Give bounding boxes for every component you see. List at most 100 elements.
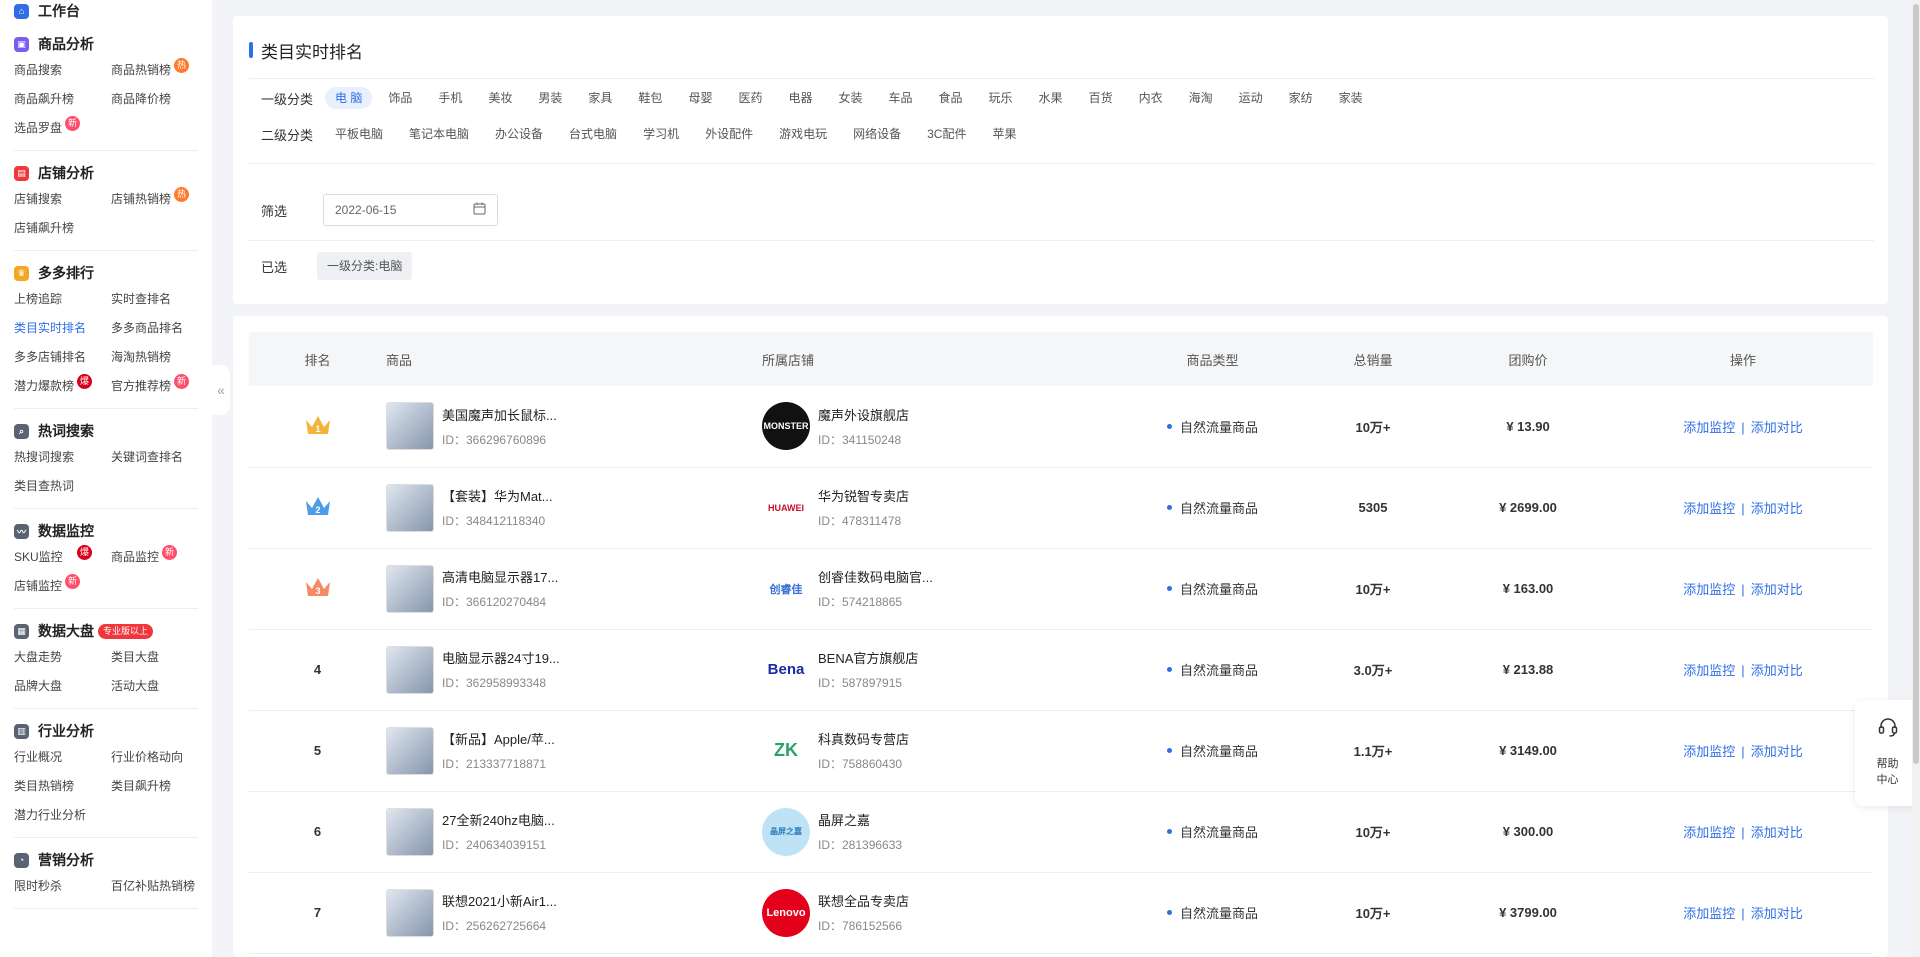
category-option[interactable]: 饰品 (378, 87, 422, 109)
product-info[interactable]: 【套装】华为Mat... ID：348412118340 (386, 483, 762, 532)
help-center[interactable]: 帮助 中心 (1855, 700, 1920, 806)
product-thumbnail[interactable] (386, 645, 434, 694)
sidebar-item[interactable]: 店铺热销榜热 (111, 185, 208, 214)
shop-name[interactable]: 华为锐智专卖店 (818, 486, 909, 505)
sidebar-item[interactable]: 选品罗盘新 (14, 114, 111, 143)
category-option[interactable]: 百货 (1079, 87, 1123, 109)
category-option[interactable]: 车品 (879, 87, 923, 109)
category-option[interactable]: 水果 (1029, 87, 1073, 109)
product-name[interactable]: 美国魔声加长鼠标... (442, 405, 557, 424)
sidebar-item[interactable]: 热搜词搜索 (14, 443, 111, 472)
sidebar-item[interactable]: 店铺飙升榜 (14, 214, 111, 243)
shop-info[interactable]: 创睿佳 创睿佳数码电脑官... ID：574218865 (762, 564, 1122, 613)
sidebar-item[interactable]: 行业价格动向 (111, 743, 208, 772)
sidebar-item[interactable]: 潜力爆款榜爆 (14, 372, 111, 401)
shop-name[interactable]: 魔声外设旗舰店 (818, 405, 909, 424)
sidebar-item[interactable]: 店铺搜索 (14, 185, 111, 214)
category-option[interactable]: 家具 (578, 87, 622, 109)
category-option[interactable]: 家纺 (1279, 87, 1323, 109)
category-option[interactable]: 运动 (1229, 87, 1273, 109)
shop-name[interactable]: 创睿佳数码电脑官... (818, 567, 933, 586)
sidebar-item[interactable]: 官方推荐榜新 (111, 372, 208, 401)
add-compare-link[interactable]: 添加对比 (1751, 420, 1803, 435)
shop-name[interactable]: 晶屏之嘉 (818, 810, 902, 829)
add-compare-link[interactable]: 添加对比 (1751, 663, 1803, 678)
sidebar-item[interactable]: 大盘走势 (14, 643, 111, 672)
category-option[interactable]: 电 脑 (325, 87, 373, 109)
sidebar-item[interactable]: 类目飙升榜 (111, 772, 208, 801)
product-name[interactable]: 联想2021小新Air1... (442, 891, 557, 910)
add-monitor-link[interactable]: 添加监控 (1683, 906, 1735, 921)
add-monitor-link[interactable]: 添加监控 (1683, 420, 1735, 435)
subcategory-option[interactable]: 网络设备 (843, 123, 911, 145)
subcategory-option[interactable]: 台式电脑 (559, 123, 627, 145)
sidebar-item[interactable]: 类目实时排名 (14, 314, 111, 343)
add-compare-link[interactable]: 添加对比 (1751, 501, 1803, 516)
sidebar-item[interactable]: 多多商品排名 (111, 314, 208, 343)
shop-name[interactable]: 科真数码专营店 (818, 729, 909, 748)
category-option[interactable]: 男装 (528, 87, 572, 109)
product-thumbnail[interactable] (386, 888, 434, 937)
category-option[interactable]: 食品 (929, 87, 973, 109)
sidebar-item[interactable]: 活动大盘 (111, 672, 208, 701)
sidebar-item[interactable]: 类目查热词 (14, 472, 111, 501)
product-thumbnail[interactable] (386, 402, 434, 451)
add-monitor-link[interactable]: 添加监控 (1683, 582, 1735, 597)
subcategory-option[interactable]: 游戏电玩 (769, 123, 837, 145)
product-info[interactable]: 联想2021小新Air1... ID：256262725664 (386, 888, 762, 937)
category-option[interactable]: 鞋包 (628, 87, 672, 109)
sidebar-item[interactable]: 商品飙升榜 (14, 85, 111, 114)
category-option[interactable]: 母婴 (678, 87, 722, 109)
sidebar-item[interactable]: 店铺监控新 (14, 572, 111, 601)
sidebar-item[interactable]: SKU监控爆 (14, 543, 111, 572)
category-option[interactable]: 玩乐 (979, 87, 1023, 109)
add-monitor-link[interactable]: 添加监控 (1683, 663, 1735, 678)
sidebar-item[interactable]: 多多店铺排名 (14, 343, 111, 372)
shop-name[interactable]: 联想全品专卖店 (818, 891, 909, 910)
add-monitor-link[interactable]: 添加监控 (1683, 744, 1735, 759)
category-option[interactable]: 电器 (778, 87, 822, 109)
add-compare-link[interactable]: 添加对比 (1751, 825, 1803, 840)
sidebar-item[interactable]: 品牌大盘 (14, 672, 111, 701)
add-compare-link[interactable]: 添加对比 (1751, 582, 1803, 597)
product-info[interactable]: 【新品】Apple/苹... ID：213337718871 (386, 726, 762, 775)
collapse-sidebar-icon[interactable]: « (212, 365, 230, 415)
subcategory-option[interactable]: 平板电脑 (325, 123, 393, 145)
selected-chip[interactable]: 一级分类:电脑 (317, 252, 413, 280)
product-thumbnail[interactable] (386, 564, 434, 613)
shop-info[interactable]: Lenovo 联想全品专卖店 ID：786152566 (762, 888, 1122, 937)
sidebar-item[interactable]: 行业概况 (14, 743, 111, 772)
subcategory-option[interactable]: 苹果 (982, 123, 1026, 145)
product-name[interactable]: 【新品】Apple/苹... (442, 729, 555, 748)
sidebar-item[interactable]: 商品热销榜热 (111, 56, 208, 85)
product-name[interactable]: 【套装】华为Mat... (442, 486, 553, 505)
add-monitor-link[interactable]: 添加监控 (1683, 501, 1735, 516)
category-option[interactable]: 手机 (428, 87, 472, 109)
add-monitor-link[interactable]: 添加监控 (1683, 825, 1735, 840)
category-option[interactable]: 家装 (1329, 87, 1373, 109)
shop-info[interactable]: 晶屏之嘉 晶屏之嘉 ID：281396633 (762, 807, 1122, 856)
shop-name[interactable]: BENA官方旗舰店 (818, 648, 918, 667)
category-option[interactable]: 内衣 (1129, 87, 1173, 109)
product-thumbnail[interactable] (386, 483, 434, 532)
subcategory-option[interactable]: 3C配件 (917, 123, 976, 145)
product-info[interactable]: 美国魔声加长鼠标... ID：366296760896 (386, 402, 762, 451)
product-name[interactable]: 高清电脑显示器17... (442, 567, 558, 586)
sidebar-item[interactable]: 上榜追踪 (14, 285, 111, 314)
product-info[interactable]: 电脑显示器24寸19... ID：362958993348 (386, 645, 762, 694)
sidebar-item[interactable]: 海淘热销榜 (111, 343, 208, 372)
sidebar-item[interactable]: 商品搜索 (14, 56, 111, 85)
shop-info[interactable]: Bena BENA官方旗舰店 ID：587897915 (762, 645, 1122, 694)
product-thumbnail[interactable] (386, 807, 434, 856)
category-option[interactable]: 医药 (728, 87, 772, 109)
sidebar-workbench[interactable]: ⌂ 工作台 (0, 0, 212, 22)
sidebar-item[interactable]: 实时查排名 (111, 285, 208, 314)
product-info[interactable]: 27全新240hz电脑... ID：240634039151 (386, 807, 762, 856)
sidebar-item[interactable]: 关键词查排名 (111, 443, 208, 472)
product-name[interactable]: 电脑显示器24寸19... (442, 648, 560, 667)
sidebar-item[interactable]: 类目热销榜 (14, 772, 111, 801)
sidebar-item[interactable]: 百亿补贴热销榜 (111, 872, 208, 901)
category-option[interactable]: 美妆 (478, 87, 522, 109)
subcategory-option[interactable]: 笔记本电脑 (399, 123, 479, 145)
add-compare-link[interactable]: 添加对比 (1751, 906, 1803, 921)
